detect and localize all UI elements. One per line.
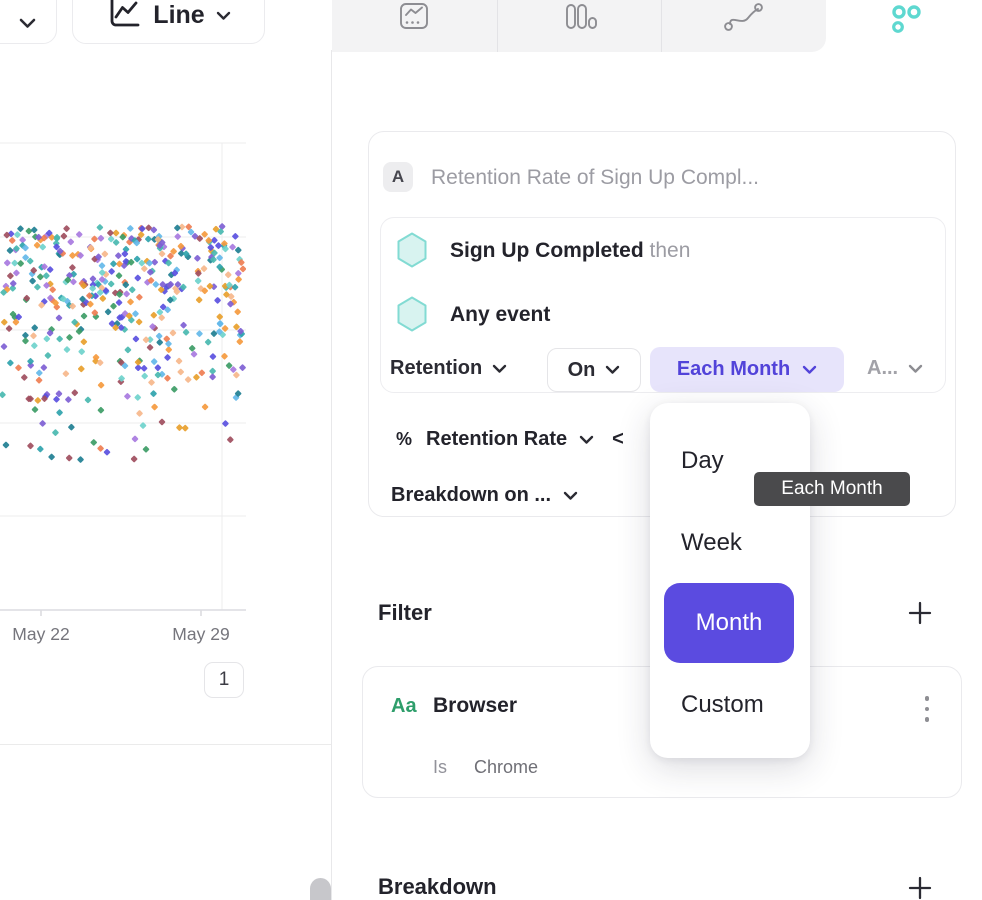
chart-type-button[interactable]: Line <box>72 0 265 44</box>
chevron-down-icon <box>216 11 231 21</box>
event-steps-card: Sign Up Completed then Any event Retenti… <box>380 217 946 393</box>
panel-bottom-divider <box>0 744 331 745</box>
breakdown-section-title: Breakdown <box>378 874 497 900</box>
tab-chart-view[interactable] <box>332 0 496 52</box>
line-chart-icon <box>106 0 142 36</box>
percent-icon: % <box>396 429 412 450</box>
retention-controls-row: Retention On Each Month <box>381 346 947 392</box>
kebab-menu-button[interactable] <box>915 693 939 725</box>
chart-type-label: Line <box>153 3 204 28</box>
event-hexagon-icon <box>396 296 428 332</box>
chart-panel: Line May 22 May 29 1 <box>0 0 331 900</box>
chevron-down-icon <box>19 18 34 28</box>
query-title[interactable]: Retention Rate of Sign Up Compl... <box>431 166 759 190</box>
tab-flow-view[interactable] <box>661 0 825 52</box>
plus-icon <box>907 875 933 900</box>
retention-dropdown[interactable]: Retention <box>390 357 507 380</box>
event-suffix: then <box>650 239 691 262</box>
filter-section-title: Filter <box>378 600 432 626</box>
bar-columns-icon <box>559 2 599 37</box>
filter-property-name[interactable]: Browser <box>433 694 517 718</box>
x-axis-label: May 22 <box>0 624 86 645</box>
event-name: Any event <box>450 303 550 326</box>
filter-operator: Is <box>433 757 447 777</box>
measure-after-text: < <box>612 428 624 451</box>
truncated-dropdown-label: A... <box>867 357 898 380</box>
interval-dropdown[interactable]: Each Month <box>650 347 844 392</box>
pagination-page-button[interactable]: 1 <box>204 662 244 698</box>
app-root: Line May 22 May 29 1 <box>0 0 982 900</box>
chevron-down-icon <box>563 491 578 501</box>
interval-dropdown-label: Each Month <box>677 358 790 381</box>
truncated-dropdown[interactable]: A... <box>867 357 923 380</box>
scrollbar-thumb[interactable] <box>310 878 331 900</box>
tab-bars-view[interactable] <box>497 0 661 52</box>
tooltip: Each Month <box>754 472 910 506</box>
retention-scatter-chart <box>0 138 246 618</box>
dots-grid-icon <box>888 2 928 41</box>
menu-item-month[interactable]: Month <box>664 583 794 663</box>
chevron-down-icon <box>802 365 817 375</box>
chevron-down-icon <box>492 364 507 374</box>
plus-icon <box>907 600 933 626</box>
filter-value: Chrome <box>474 757 538 777</box>
event-hexagon-icon <box>396 232 428 268</box>
on-dropdown[interactable]: On <box>547 348 641 392</box>
retention-dropdown-label: Retention <box>390 357 482 380</box>
scatter-points <box>0 223 246 463</box>
menu-item-day[interactable]: Day <box>681 447 724 475</box>
on-dropdown-label: On <box>568 359 596 382</box>
measure-dropdown[interactable]: % Retention Rate < <box>396 428 624 451</box>
string-property-icon: Aa <box>391 695 417 718</box>
framed-chart-icon <box>398 2 430 37</box>
flow-squiggle-icon <box>722 2 764 37</box>
tab-dots-view-active[interactable] <box>878 0 938 52</box>
event-step[interactable]: Any event <box>450 303 550 327</box>
chevron-down-icon <box>908 364 923 374</box>
interval-menu: Day Week Month Custom <box>650 403 810 758</box>
event-step[interactable]: Sign Up Completed then <box>450 239 690 263</box>
menu-item-week[interactable]: Week <box>681 529 742 557</box>
chevron-down-icon <box>605 365 620 375</box>
breakdown-on-label: Breakdown on ... <box>391 484 551 507</box>
menu-item-custom[interactable]: Custom <box>681 691 764 719</box>
measure-label: Retention Rate <box>426 428 567 451</box>
filter-condition[interactable]: Is Chrome <box>433 757 538 778</box>
query-row-badge: A <box>383 162 413 192</box>
collapse-button[interactable] <box>0 0 57 44</box>
x-axis-label: May 29 <box>156 624 246 645</box>
view-tab-strip <box>332 0 826 52</box>
add-breakdown-button[interactable] <box>906 874 934 900</box>
chevron-down-icon <box>579 435 594 445</box>
breakdown-on-dropdown[interactable]: Breakdown on ... <box>391 484 578 507</box>
add-filter-button[interactable] <box>906 599 934 627</box>
event-name: Sign Up Completed <box>450 239 644 262</box>
